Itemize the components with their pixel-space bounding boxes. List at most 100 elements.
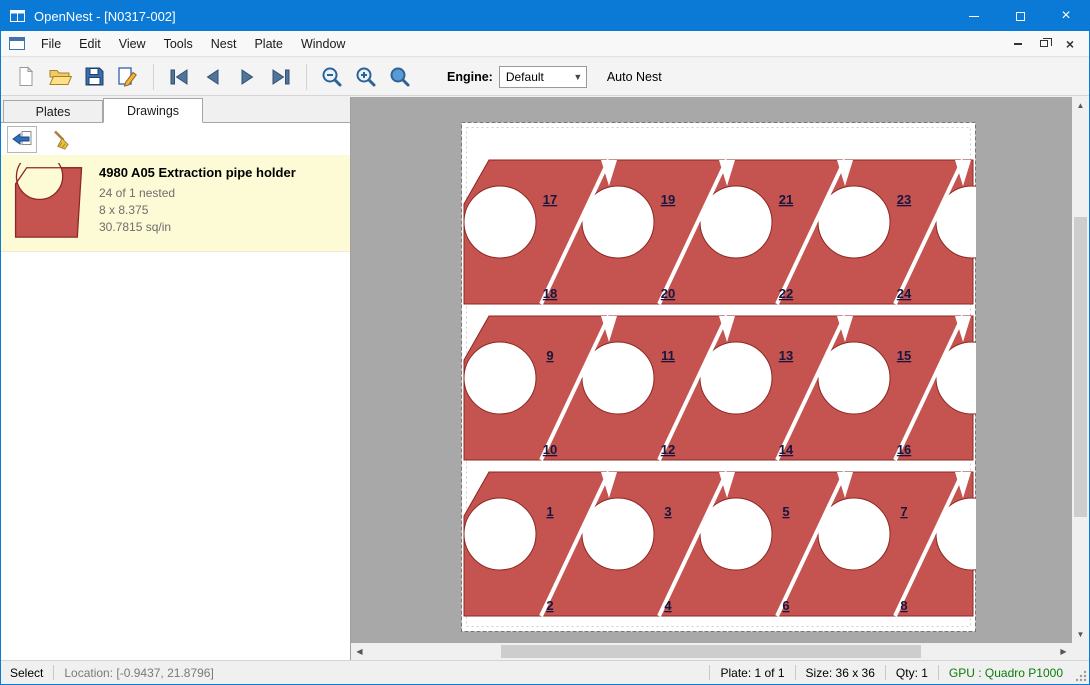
part-number: 5 [782,504,789,519]
drawing-area: 30.7815 sq/in [99,219,296,236]
mdi-close-icon: × [1066,37,1074,51]
new-file-icon [16,66,36,87]
clean-button[interactable] [47,126,77,153]
part-number: 11 [661,348,675,363]
window-title: OpenNest - [N0317-002] [34,9,176,24]
clean-icon [51,129,73,150]
menu-nest[interactable]: Nest [202,31,246,57]
part-number: 1 [546,504,553,519]
tab-drawings[interactable]: Drawings [103,98,203,123]
open-folder-icon [49,67,72,86]
zoom-in-button[interactable] [349,61,383,93]
close-icon: × [1061,8,1070,24]
mdi-child-icon[interactable] [9,36,26,51]
part-number: 20 [661,286,675,301]
chevron-down-icon: ▼ [570,72,586,82]
status-gpu: GPU : Quadro P1000 [939,666,1073,680]
resize-grip[interactable] [1073,662,1089,684]
part-number: 9 [546,348,553,363]
auto-nest-button[interactable]: Auto Nest [607,70,662,84]
part-number: 21 [779,192,793,207]
part-number: 24 [897,286,912,301]
menubar: FileEditViewToolsNestPlateWindow × [1,31,1089,57]
menu-plate[interactable]: Plate [245,31,292,57]
drawing-size: 8 x 8.375 [99,202,296,219]
vertical-scroll-thumb[interactable] [1074,217,1087,517]
scroll-down-icon[interactable]: ▼ [1072,626,1089,643]
plate-svg[interactable]: 171921231820222491113151012141613572468 [461,122,976,632]
go-first-icon [168,67,190,87]
menu-window[interactable]: Window [292,31,354,57]
vertical-scrollbar[interactable]: ▲ ▼ [1072,97,1089,643]
status-plate: Plate: 1 of 1 [710,666,794,680]
status-location: Location: [-0.9437, 21.8796] [54,666,223,680]
plate[interactable]: 171921231820222491113151012141613572468 [461,122,976,637]
mdi-close-button[interactable]: × [1057,33,1083,55]
menu-file[interactable]: File [32,31,70,57]
titlebar: OpenNest - [N0317-002] × [1,1,1089,31]
zoom-out-button[interactable] [315,61,349,93]
save-icon [84,66,105,87]
status-mode: Select [1,666,53,680]
drawing-item-text: 4980 A05 Extraction pipe holder 24 of 1 … [99,163,296,241]
canvas-area: 171921231820222491113151012141613572468 … [351,97,1089,660]
part-number: 16 [897,442,911,457]
tab-plates[interactable]: Plates [3,100,103,122]
scroll-right-icon[interactable]: ▶ [1055,643,1072,660]
mdi-minimize-icon [1014,43,1022,45]
main-toolbar: Engine: Default ▼ Auto Nest [1,58,1089,96]
close-button[interactable]: × [1043,1,1089,31]
menu-items: FileEditViewToolsNestPlateWindow [32,31,354,57]
go-next-button[interactable] [230,61,264,93]
part-number: 22 [779,286,793,301]
edit-nest-button[interactable] [111,61,145,93]
part-number: 13 [779,348,793,363]
part-number: 19 [661,192,675,207]
go-last-button[interactable] [264,61,298,93]
engine-select[interactable]: Default ▼ [499,66,587,88]
divider [153,64,154,90]
return-part-icon [11,129,33,149]
resize-grip-icon [1075,670,1087,682]
mdi-restore-icon [1040,40,1048,47]
save-button[interactable] [77,61,111,93]
divider [306,64,307,90]
status-qty: Qty: 1 [886,666,938,680]
scroll-up-icon[interactable]: ▲ [1072,97,1089,114]
go-first-button[interactable] [162,61,196,93]
app-window: OpenNest - [N0317-002] × FileEditViewToo… [0,0,1090,685]
part-number: 12 [661,442,675,457]
return-part-button[interactable] [7,126,37,153]
drawing-list-item[interactable]: 4980 A05 Extraction pipe holder 24 of 1 … [1,155,350,252]
nest-canvas[interactable]: 171921231820222491113151012141613572468 [351,97,1072,643]
panel-toolbar [1,123,350,155]
part-number: 8 [900,598,907,613]
horizontal-scroll-thumb[interactable] [501,645,921,658]
new-file-button[interactable] [9,61,43,93]
mdi-restore-button[interactable] [1031,33,1057,55]
part-number: 2 [546,598,553,613]
go-last-icon [270,67,292,87]
menu-view[interactable]: View [110,31,155,57]
part-number: 4 [664,598,672,613]
menu-tools[interactable]: Tools [155,31,202,57]
horizontal-scrollbar[interactable]: ◀ ▶ [351,643,1072,660]
mdi-controls: × [1005,31,1089,57]
go-next-icon [236,67,258,87]
scroll-left-icon[interactable]: ◀ [351,643,368,660]
statusbar: Select Location: [-0.9437, 21.8796] Plat… [1,660,1089,684]
mdi-minimize-button[interactable] [1005,33,1031,55]
open-file-button[interactable] [43,61,77,93]
status-size: Size: 36 x 36 [796,666,885,680]
go-previous-button[interactable] [196,61,230,93]
minimize-icon [969,16,979,17]
scroll-corner [1072,643,1089,660]
part-number: 15 [897,348,911,363]
app-icon [9,7,27,25]
maximize-button[interactable] [997,1,1043,31]
minimize-button[interactable] [951,1,997,31]
maximize-icon [1016,12,1025,21]
zoom-fit-button[interactable] [383,61,417,93]
part-thumbnail [13,163,85,241]
menu-edit[interactable]: Edit [70,31,110,57]
